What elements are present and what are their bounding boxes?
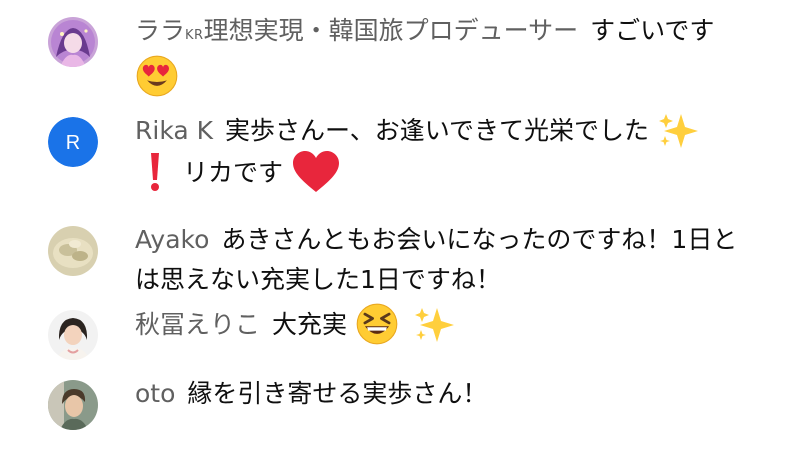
comment-text-continued: リカです xyxy=(182,158,283,187)
red-heart-emoji xyxy=(291,150,341,194)
grinning-squinting-emoji xyxy=(355,302,399,346)
avatar-image xyxy=(48,226,98,276)
sparkles-emoji xyxy=(413,304,457,344)
author-name[interactable]: 秋冨えりこ xyxy=(135,310,260,339)
avatar[interactable]: R xyxy=(48,117,98,167)
comment-body: 秋冨えりこ 大充実 xyxy=(135,302,760,348)
avatar[interactable] xyxy=(48,310,98,360)
avatar[interactable] xyxy=(48,17,98,67)
author-name[interactable]: oto xyxy=(135,379,175,408)
sparkles-emoji xyxy=(657,110,701,150)
avatar-letter-badge: R xyxy=(48,117,98,167)
comment-body: Rika K 実歩さんー、お逢いできて光栄でした リカです xyxy=(135,111,760,196)
exclamation-emoji xyxy=(135,150,175,194)
avatar-image xyxy=(48,380,98,430)
avatar-image xyxy=(48,310,98,360)
author-name[interactable]: Rika K xyxy=(135,116,213,145)
avatar-image xyxy=(48,17,98,67)
comment-body: Ayako あきさんともお会いになったのですね！1日とは思えない充実した1日ですね… xyxy=(135,220,760,300)
comment-text: 大充実 xyxy=(272,310,348,339)
comment-text: すごいです xyxy=(590,16,715,45)
avatar[interactable] xyxy=(48,226,98,276)
author-name[interactable]: ララKR理想実現・韓国旅プロデューサー xyxy=(135,16,578,45)
author-name[interactable]: Ayako xyxy=(135,225,209,254)
avatar[interactable] xyxy=(48,380,98,430)
live-chat-comments: ララKR理想実現・韓国旅プロデューサー すごいです R Rika K 実歩さんー、お… xyxy=(0,0,800,450)
comment-text: 実歩さんー、お逢いできて光栄でした xyxy=(225,116,650,145)
heart-eyes-emoji xyxy=(135,54,179,98)
comment-text: 縁を引き寄せる実歩さん！ xyxy=(187,379,488,408)
comment-body: ララKR理想実現・韓国旅プロデューサー すごいです xyxy=(135,11,760,100)
comment-body: oto 縁を引き寄せる実歩さん！ xyxy=(135,374,760,414)
svg-text:R: R xyxy=(66,132,80,154)
comment-text: あきさんともお会いになったのですね！1日とは思えない充実した1日ですね！ xyxy=(135,225,738,294)
